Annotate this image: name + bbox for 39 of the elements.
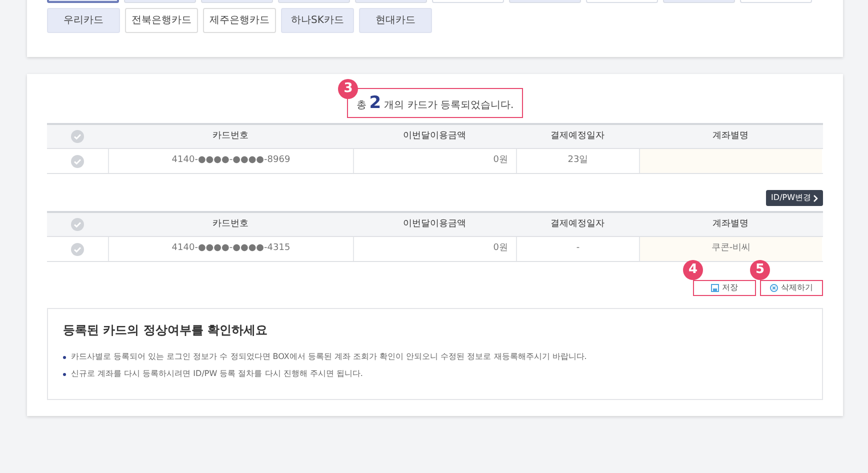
column-header: 카드번호 xyxy=(212,130,248,143)
step-badge: 3 xyxy=(338,79,358,99)
step-badge: 5 xyxy=(750,260,770,280)
card-count: 2 xyxy=(369,95,382,112)
chevron-right-icon xyxy=(813,194,818,202)
column-header: 결제예정일자 xyxy=(550,130,604,143)
column-header: 계좌별명 xyxy=(712,218,748,231)
table-cell: 0원 xyxy=(353,237,516,261)
table-cell: 4140-●●●●-●●●●-4315 xyxy=(108,237,353,261)
delete-button[interactable]: 삭제하기 xyxy=(760,280,823,296)
save-button[interactable]: 저장 xyxy=(693,280,756,296)
card-filter-button[interactable]: 현대카드 xyxy=(359,8,432,33)
column-header: 카드번호 xyxy=(212,218,248,231)
card-filter-button[interactable]: 전북은행카드 xyxy=(125,8,198,33)
delete-icon xyxy=(770,284,778,292)
id-pw-change-button[interactable]: ID/PW변경 xyxy=(766,190,823,206)
column-header: 결제예정일자 xyxy=(550,218,604,231)
table-cell: 0원 xyxy=(353,149,516,173)
column-header: 이번달이용금액 xyxy=(403,218,466,231)
card-filter-button[interactable]: 제주은행카드 xyxy=(203,8,276,33)
check-circle-icon[interactable] xyxy=(71,242,84,256)
check-circle-icon[interactable] xyxy=(71,218,84,231)
table-cell: 4140-●●●●-●●●●-8969 xyxy=(108,149,353,173)
bullet-icon xyxy=(63,356,66,358)
table-cell: 쿠콘-비씨 xyxy=(639,237,822,261)
save-icon xyxy=(711,284,719,292)
column-header: 이번달이용금액 xyxy=(403,130,466,143)
check-circle-icon[interactable] xyxy=(71,154,84,168)
card-filter-button[interactable]: 우리카드 xyxy=(47,8,120,33)
column-header: 계좌별명 xyxy=(712,130,748,143)
summary-text: 개의 카드가 등록되었습니다. xyxy=(384,99,514,113)
summary-text: 총 xyxy=(356,99,366,113)
notice-text: 신규로 계좌를 다시 등록하시려면 ID/PW 등록 절차를 다시 진행해 주시면 됩니다. xyxy=(71,368,363,380)
notice-text: 카드사별로 등록되어 있는 로그인 정보가 수 정되었다면 BOX에서 등록된 계좌 조회가 확인이 안되오니 수정된 정보로 재등록해주시기 바랍니다. xyxy=(71,351,587,363)
check-circle-icon[interactable] xyxy=(71,130,84,143)
notice-title: 등록된 카드의 정상여부를 확인하세요 xyxy=(63,322,269,339)
step-badge: 4 xyxy=(683,260,703,280)
card-filter-button[interactable]: 하나SK카드 xyxy=(281,8,354,33)
bullet-icon xyxy=(63,372,66,376)
